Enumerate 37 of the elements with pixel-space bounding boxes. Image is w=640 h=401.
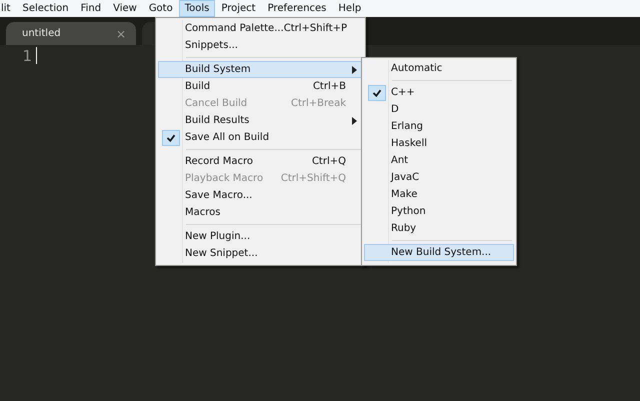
menu-item[interactable]: Python <box>364 203 514 220</box>
menu-item[interactable]: C++ <box>364 84 514 101</box>
menu-bar-item[interactable]: lit <box>0 0 16 17</box>
menu-item[interactable]: Haskell <box>364 135 514 152</box>
menu-item[interactable]: New Build System... <box>364 244 514 261</box>
menu-item[interactable]: New Plugin... <box>158 228 363 245</box>
menu-item[interactable]: JavaC <box>364 169 514 186</box>
menu-bar-item[interactable]: Goto <box>142 0 179 17</box>
menu-bar-item[interactable]: View <box>107 0 143 17</box>
menu-item[interactable]: Save Macro... <box>158 187 363 204</box>
tab-title: untitled <box>22 28 61 39</box>
editor-tab[interactable]: untitled × <box>6 22 136 45</box>
menu-item[interactable]: Build System <box>158 61 363 78</box>
menu-bar-item[interactable]: Help <box>332 0 368 17</box>
submenu-arrow-icon <box>352 66 357 74</box>
text-cursor <box>36 47 37 64</box>
menu-item[interactable]: New Snippet... <box>158 245 363 262</box>
menu-item[interactable]: Ruby <box>364 220 514 237</box>
menu-bar-item[interactable]: Find <box>74 0 108 17</box>
menu-bar-item[interactable]: Project <box>215 0 262 17</box>
menu-item[interactable]: Snippets... <box>158 37 363 54</box>
menu-item[interactable]: Automatic <box>364 60 514 77</box>
menu-bar-item[interactable]: Preferences <box>262 0 332 17</box>
menu-item[interactable]: Make <box>364 186 514 203</box>
line-number: 1 <box>22 47 32 67</box>
menu-item[interactable]: Build Results <box>158 112 363 129</box>
menu-item[interactable]: Save All on Build <box>158 129 363 146</box>
menu-bar-item[interactable]: Selection <box>16 0 75 17</box>
menu-item[interactable]: Build Ctrl+B <box>158 78 363 95</box>
menu-item[interactable]: D <box>364 101 514 118</box>
menu-item[interactable]: Record Macro Ctrl+Q <box>158 153 363 170</box>
menu-item[interactable]: Ant <box>364 152 514 169</box>
menu-bar-item[interactable]: Tools <box>178 0 216 17</box>
menu-item[interactable]: Command Palette...Ctrl+Shift+P <box>158 20 363 37</box>
submenu-arrow-icon <box>352 116 357 124</box>
menu-item[interactable]: Erlang <box>364 118 514 135</box>
menu-item[interactable]: Macros <box>158 204 363 221</box>
